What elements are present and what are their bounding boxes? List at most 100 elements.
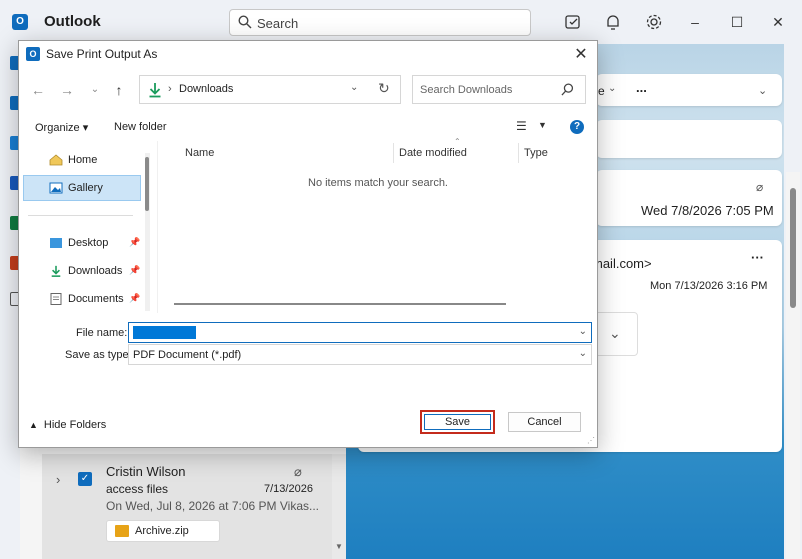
save-as-type-dropdown-icon[interactable]: ⌄ [579, 348, 587, 359]
expand-box[interactable]: ⌄ [594, 312, 638, 356]
address-path[interactable]: Downloads [179, 83, 233, 95]
save-button[interactable]: Save [420, 410, 495, 434]
chevron-down-icon: ⌄ [609, 325, 621, 341]
documents-icon [50, 293, 62, 305]
nav-label-documents: Documents [68, 293, 124, 305]
back-arrow-icon[interactable]: ← [30, 82, 46, 98]
dialog-title: Save Print Output As [46, 47, 158, 61]
column-separator[interactable] [393, 143, 394, 163]
pin-icon[interactable]: 📌 [129, 265, 140, 276]
file-name-selected-text [133, 326, 197, 339]
refresh-icon[interactable]: ↻ [378, 80, 390, 97]
dialog-toolbar: Organize ▾ New folder ☰ ▼ ? [19, 113, 597, 141]
nav-divider [28, 215, 133, 216]
attachment-clip-icon: ⌀ [294, 464, 302, 479]
sort-indicator-icon: ⌃ [454, 137, 461, 146]
up-arrow-icon[interactable]: ↑ [111, 82, 127, 98]
reading-scrollbar[interactable] [786, 172, 800, 559]
nav-scrollbar[interactable] [145, 153, 150, 311]
downloads-icon [51, 265, 61, 277]
column-header-name[interactable]: Name [185, 147, 214, 159]
maximize-button[interactable]: ☐ [727, 12, 747, 32]
message-date-2: Mon 7/13/2026 3:16 PM [650, 280, 768, 292]
dialog-close-button[interactable]: ✕ [573, 44, 589, 64]
scroll-down-arrow-icon[interactable]: ▼ [335, 542, 343, 551]
notifications-bell-icon[interactable] [603, 12, 623, 32]
downloads-icon [149, 83, 161, 98]
nav-item-downloads[interactable]: Downloads 📌 [20, 259, 140, 285]
app-title: Outlook [44, 13, 101, 30]
column-separator[interactable] [518, 143, 519, 163]
mail-list-item[interactable]: › ✓ Cristin Wilson ⌀ access files 7/13/2… [42, 454, 332, 559]
dialog-titlebar: O Save Print Output As ✕ [19, 41, 597, 67]
chevron-down-icon[interactable]: ⌄ [608, 83, 616, 94]
close-window-button[interactable]: ✕ [768, 12, 788, 32]
mail-date: 7/13/2026 [264, 483, 313, 495]
nav-label-desktop: Desktop [68, 237, 109, 249]
expand-thread-icon[interactable]: › [56, 472, 60, 487]
search-downloads-placeholder: Search Downloads [420, 84, 513, 96]
save-as-type-value: PDF Document (*.pdf) [133, 349, 242, 361]
save-as-type-label: Save as type: [65, 349, 132, 361]
cancel-button[interactable]: Cancel [508, 412, 581, 432]
gallery-icon [49, 182, 63, 194]
nav-scroll-thumb[interactable] [145, 157, 149, 211]
pin-icon[interactable]: 📌 [129, 293, 140, 304]
breadcrumb-separator-icon: › [168, 83, 172, 95]
resize-grip-icon[interactable]: ⋰ [587, 436, 595, 445]
new-folder-button[interactable]: New folder [114, 121, 167, 133]
message-card-1[interactable]: ⌀ Wed 7/8/2026 7:05 PM [596, 170, 782, 226]
organize-label: Organize [35, 122, 80, 134]
search-icon [238, 15, 252, 29]
message-more-button[interactable]: ··· [751, 250, 764, 265]
search-placeholder: Search [257, 16, 299, 31]
reading-toolbar: e ⌄ ... ⌄ [596, 74, 782, 106]
outlook-titlebar: O Outlook Search – ☐ ✕ [0, 0, 802, 44]
hide-folders-button[interactable]: ▲ Hide Folders [29, 419, 106, 431]
toolbar-dropdown-fragment[interactable]: e [598, 84, 605, 98]
scroll-thumb[interactable] [790, 188, 796, 308]
settings-gear-icon[interactable] [644, 12, 664, 32]
list-scrollbar[interactable]: ▼ [332, 454, 346, 559]
help-icon[interactable]: ? [570, 120, 584, 134]
attachment-clip-icon: ⌀ [756, 180, 764, 194]
expand-chevron-icon[interactable]: ⌄ [758, 84, 767, 97]
app-rail [0, 44, 20, 559]
nav-item-documents[interactable]: Documents 📌 [20, 287, 140, 313]
my-day-icon[interactable] [563, 12, 583, 32]
pin-icon[interactable]: 📌 [129, 237, 140, 248]
view-dropdown-icon[interactable]: ▼ [538, 120, 547, 130]
nav-item-home[interactable]: Home [20, 148, 140, 174]
dialog-app-icon: O [26, 47, 40, 61]
empty-folder-message: No items match your search. [308, 177, 448, 189]
search-input[interactable]: Search [229, 9, 531, 36]
forward-arrow-icon[interactable]: → [59, 82, 75, 98]
message-date-1: Wed 7/8/2026 7:05 PM [641, 203, 774, 218]
more-actions-button[interactable]: ... [636, 80, 647, 95]
organize-button[interactable]: Organize ▾ [35, 121, 88, 134]
horizontal-scrollbar[interactable] [174, 303, 506, 305]
attachment-chip[interactable]: Archive.zip [106, 520, 220, 542]
chevron-up-icon: ▲ [29, 420, 38, 430]
view-options-icon[interactable]: ☰ [516, 119, 527, 133]
save-as-type-select[interactable]: PDF Document (*.pdf) ⌄ [128, 344, 592, 365]
nav-item-desktop[interactable]: Desktop 📌 [20, 231, 140, 257]
address-dropdown-icon[interactable]: ⌄ [350, 82, 358, 93]
home-icon [49, 154, 63, 166]
file-name-field[interactable]: ⌄ [128, 322, 592, 343]
minimize-button[interactable]: – [685, 12, 705, 32]
file-name-label: File name: [76, 327, 128, 339]
desktop-icon [50, 238, 62, 248]
column-header-type[interactable]: Type [524, 147, 548, 159]
recent-locations-chevron-icon[interactable]: ⌄ [87, 84, 103, 95]
selected-checkbox[interactable]: ✓ [78, 472, 92, 486]
column-header-date-modified[interactable]: Date modified [399, 147, 467, 159]
file-name-dropdown-icon[interactable]: ⌄ [579, 326, 587, 337]
save-dialog: O Save Print Output As ✕ ← → ⌄ ↑ › Downl… [18, 40, 598, 448]
navigation-pane: Home Gallery Desktop 📌 Downloads 📌 Docum… [20, 143, 156, 313]
mail-subject: access files [106, 482, 169, 496]
search-downloads-input[interactable]: Search Downloads [412, 75, 586, 104]
mail-sender: Cristin Wilson [106, 464, 186, 479]
nav-item-gallery[interactable]: Gallery [23, 175, 141, 201]
address-bar[interactable]: › Downloads ⌄ ↻ [139, 75, 401, 104]
